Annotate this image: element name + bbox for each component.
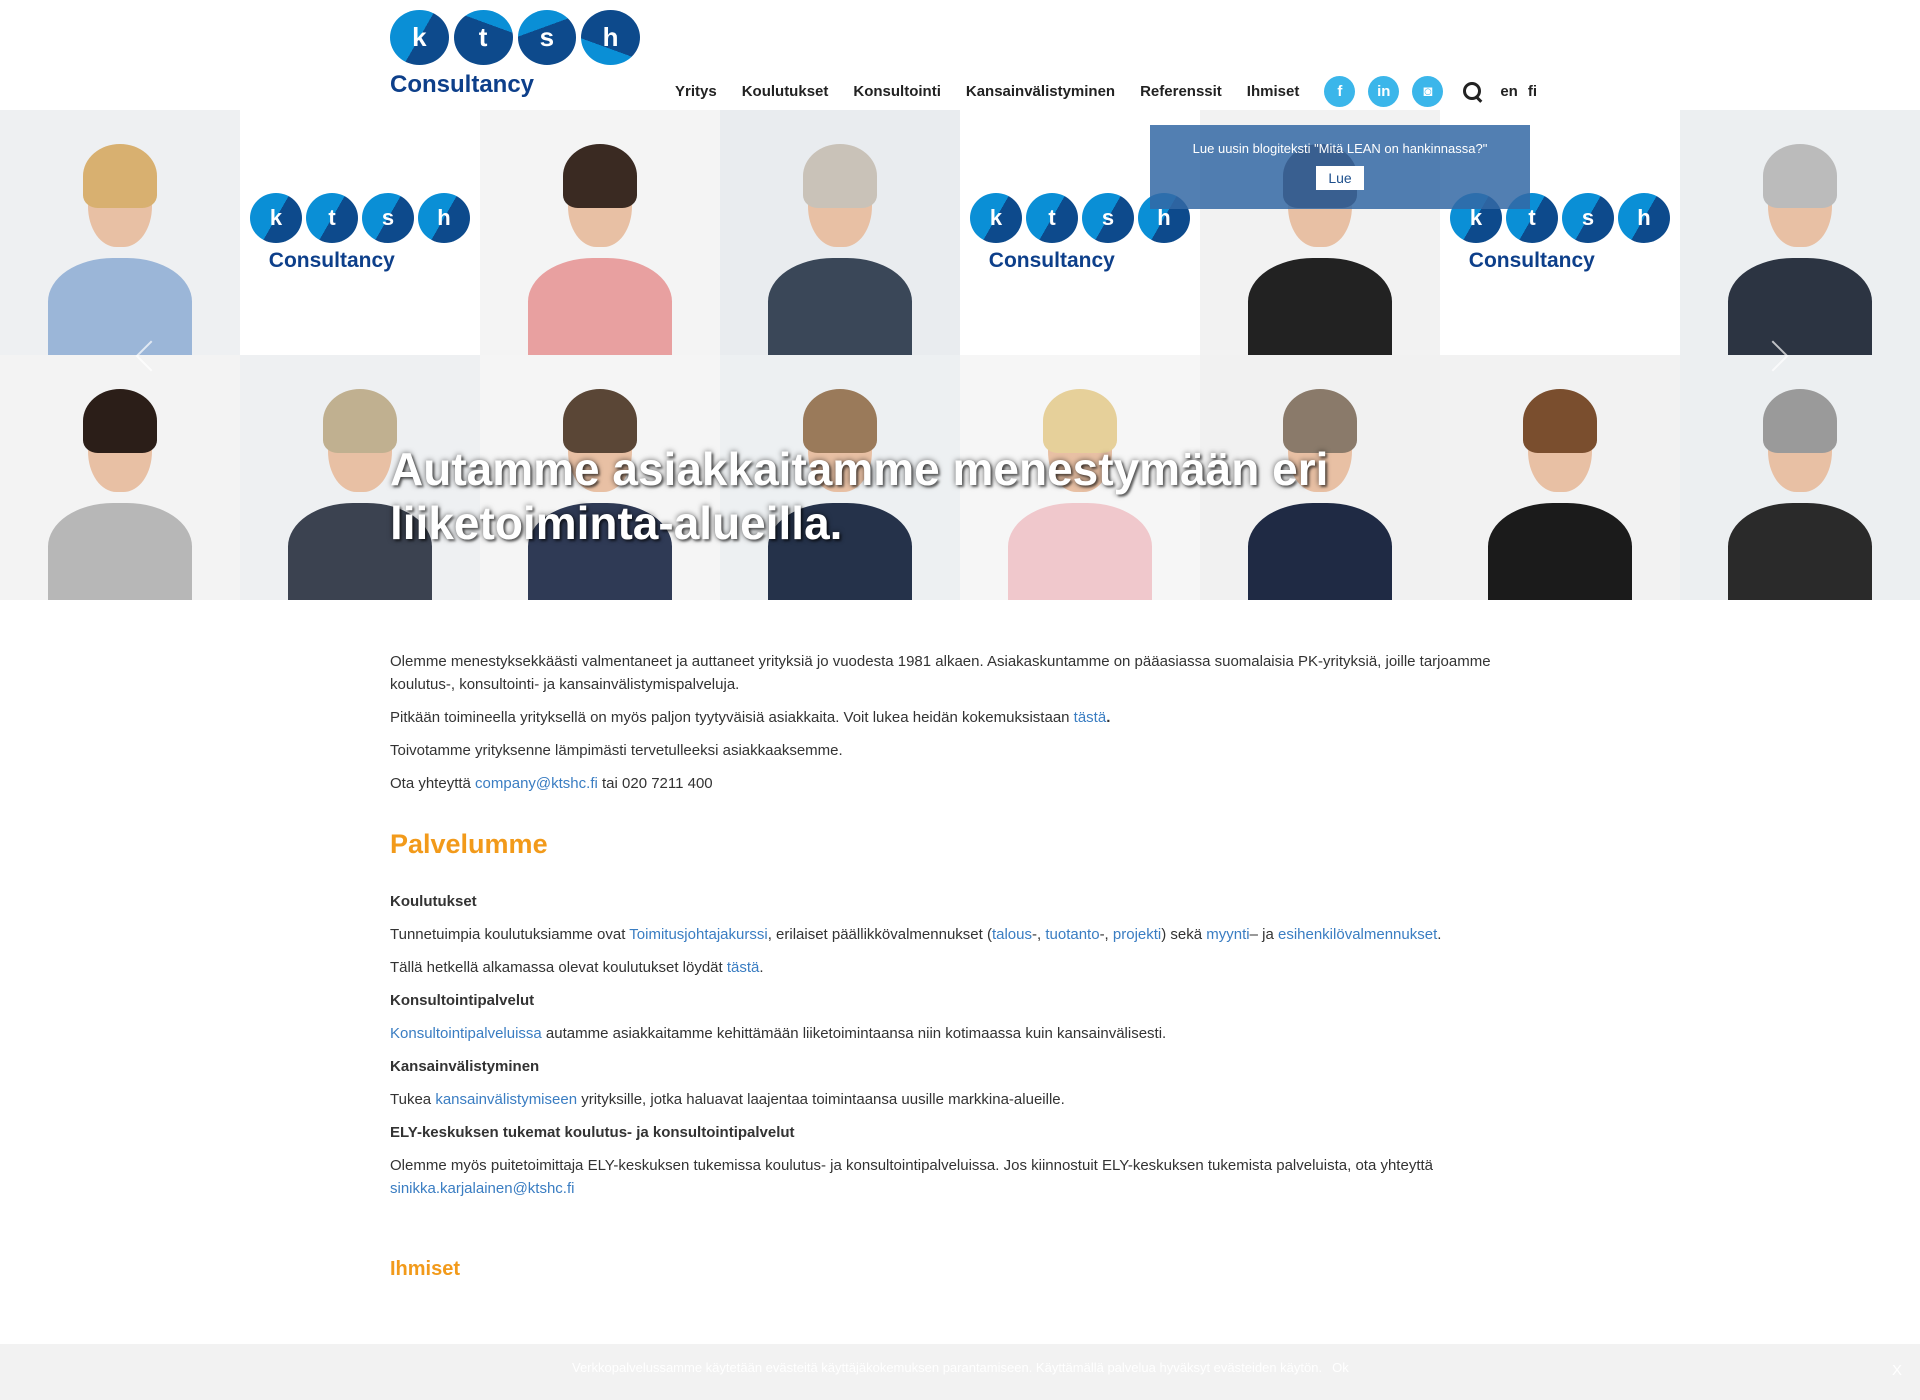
cookie-text: Verkkopalvelussamme käytetään evästeitä …	[572, 1360, 1323, 1375]
people-heading: Ihmiset	[390, 1258, 461, 1280]
kansainvalistyminen-heading: Kansainvälistyminen	[390, 1058, 540, 1075]
blog-popup: Lue uusin blogiteksti "Mitä LEAN on hank…	[1150, 125, 1530, 209]
konsultointi-text: Konsultointipalveluissa autamme asiakkai…	[390, 1025, 1167, 1042]
team-photo	[720, 110, 960, 355]
nav-ihmiset[interactable]: Ihmiset	[1247, 83, 1300, 100]
toimitusjohtajakurssi-link[interactable]: Toimitusjohtajakurssi	[629, 926, 767, 943]
nav-referenssit[interactable]: Referenssit	[1140, 83, 1222, 100]
site-header: k t s h Consultancy Yritys Koulutukset K…	[0, 0, 1920, 110]
hero-title: Autamme asiakkaitamme menestymään eri li…	[390, 443, 1329, 549]
projekti-link[interactable]: projekti	[1113, 926, 1161, 943]
services-heading: Palvelumme	[390, 829, 548, 859]
ely-heading: ELY-keskuksen tukemat koulutus- ja konsu…	[390, 1124, 795, 1141]
popup-text: Lue uusin blogiteksti "Mitä LEAN on hank…	[1192, 141, 1488, 156]
cookie-ok-button[interactable]: Ok	[1332, 1360, 1349, 1375]
logo-letter: t	[453, 10, 513, 65]
cookie-close-icon[interactable]: X	[1892, 1362, 1902, 1379]
lang-en[interactable]: en	[1500, 83, 1518, 100]
upcoming-trainings-link[interactable]: tästä	[727, 959, 760, 976]
team-photo	[480, 110, 720, 355]
instagram-icon[interactable]: ◙	[1412, 76, 1444, 107]
team-photo	[1680, 355, 1920, 600]
upcoming-trainings: Tällä hetkellä alkamassa olevat koulutuk…	[390, 959, 764, 976]
tuotanto-link[interactable]: tuotanto	[1045, 926, 1099, 943]
intro-paragraph: Toivotamme yrityksenne lämpimästi tervet…	[390, 742, 843, 759]
lang-fi[interactable]: fi	[1528, 83, 1537, 100]
koulutukset-text: Tunnetuimpia koulutuksiamme ovat Toimitu…	[390, 926, 1442, 943]
kansainvalistyminen-text: Tukea kansainvälistymiseen yrityksille, …	[390, 1091, 1065, 1108]
logo-letter: k	[390, 10, 449, 65]
intro-paragraph: Pitkään toimineella yrityksellä on myös …	[390, 709, 1111, 726]
nav-koulutukset[interactable]: Koulutukset	[742, 83, 829, 100]
kansainvalistyminen-link[interactable]: kansainvälistymiseen	[435, 1091, 577, 1108]
read-button[interactable]: Lue	[1316, 166, 1364, 190]
logo-tile: k t s h Consultancy	[240, 110, 480, 355]
konsultointipalvelut-link[interactable]: Konsultointipalveluissa	[390, 1025, 542, 1042]
logo-letter: h	[581, 10, 640, 65]
team-photo	[1680, 110, 1920, 355]
nav-kansainvalistyminen[interactable]: Kansainvälistyminen	[966, 83, 1115, 100]
intro-paragraph: Olemme menestyksekkäästi valmentaneet ja…	[390, 653, 1491, 693]
cookie-bar: Verkkopalvelussamme käytetään evästeitä …	[0, 1344, 1920, 1400]
logo-wordmark: Consultancy	[390, 71, 535, 98]
company-email-link[interactable]: company@ktshc.fi	[475, 775, 598, 792]
facebook-icon[interactable]: f	[1324, 76, 1356, 107]
linkedin-icon[interactable]: in	[1368, 76, 1400, 107]
team-photo	[1440, 355, 1680, 600]
myynti-link[interactable]: myynti	[1206, 926, 1249, 943]
nav-yritys[interactable]: Yritys	[675, 83, 717, 100]
konsultointi-heading: Konsultointipalvelut	[390, 992, 535, 1009]
ktsh-logo[interactable]: k t s h Consultancy	[390, 10, 640, 99]
testimonials-link[interactable]: tästä	[1074, 709, 1107, 726]
search-icon[interactable]	[1462, 81, 1484, 103]
ely-text: Olemme myös puitetoimittaja ELY-keskukse…	[390, 1157, 1433, 1197]
nav-konsultointi[interactable]: Konsultointi	[853, 83, 940, 100]
contact-paragraph: Ota yhteyttä company@ktshc.fi tai 020 72…	[390, 775, 713, 792]
team-photo	[0, 110, 240, 355]
main-content: Olemme menestyksekkäästi valmentaneet ja…	[390, 650, 1520, 1281]
team-photo	[0, 355, 240, 600]
main-nav: Yritys Koulutukset Konsultointi Kansainv…	[675, 76, 1547, 107]
talous-link[interactable]: talous	[992, 926, 1032, 943]
esihenkilovalmennukset-link[interactable]: esihenkilövalmennukset	[1278, 926, 1437, 943]
koulutukset-heading: Koulutukset	[390, 893, 477, 910]
ely-contact-email-link[interactable]: sinikka.karjalainen@ktshc.fi	[390, 1180, 574, 1197]
logo-letter: s	[517, 10, 577, 65]
